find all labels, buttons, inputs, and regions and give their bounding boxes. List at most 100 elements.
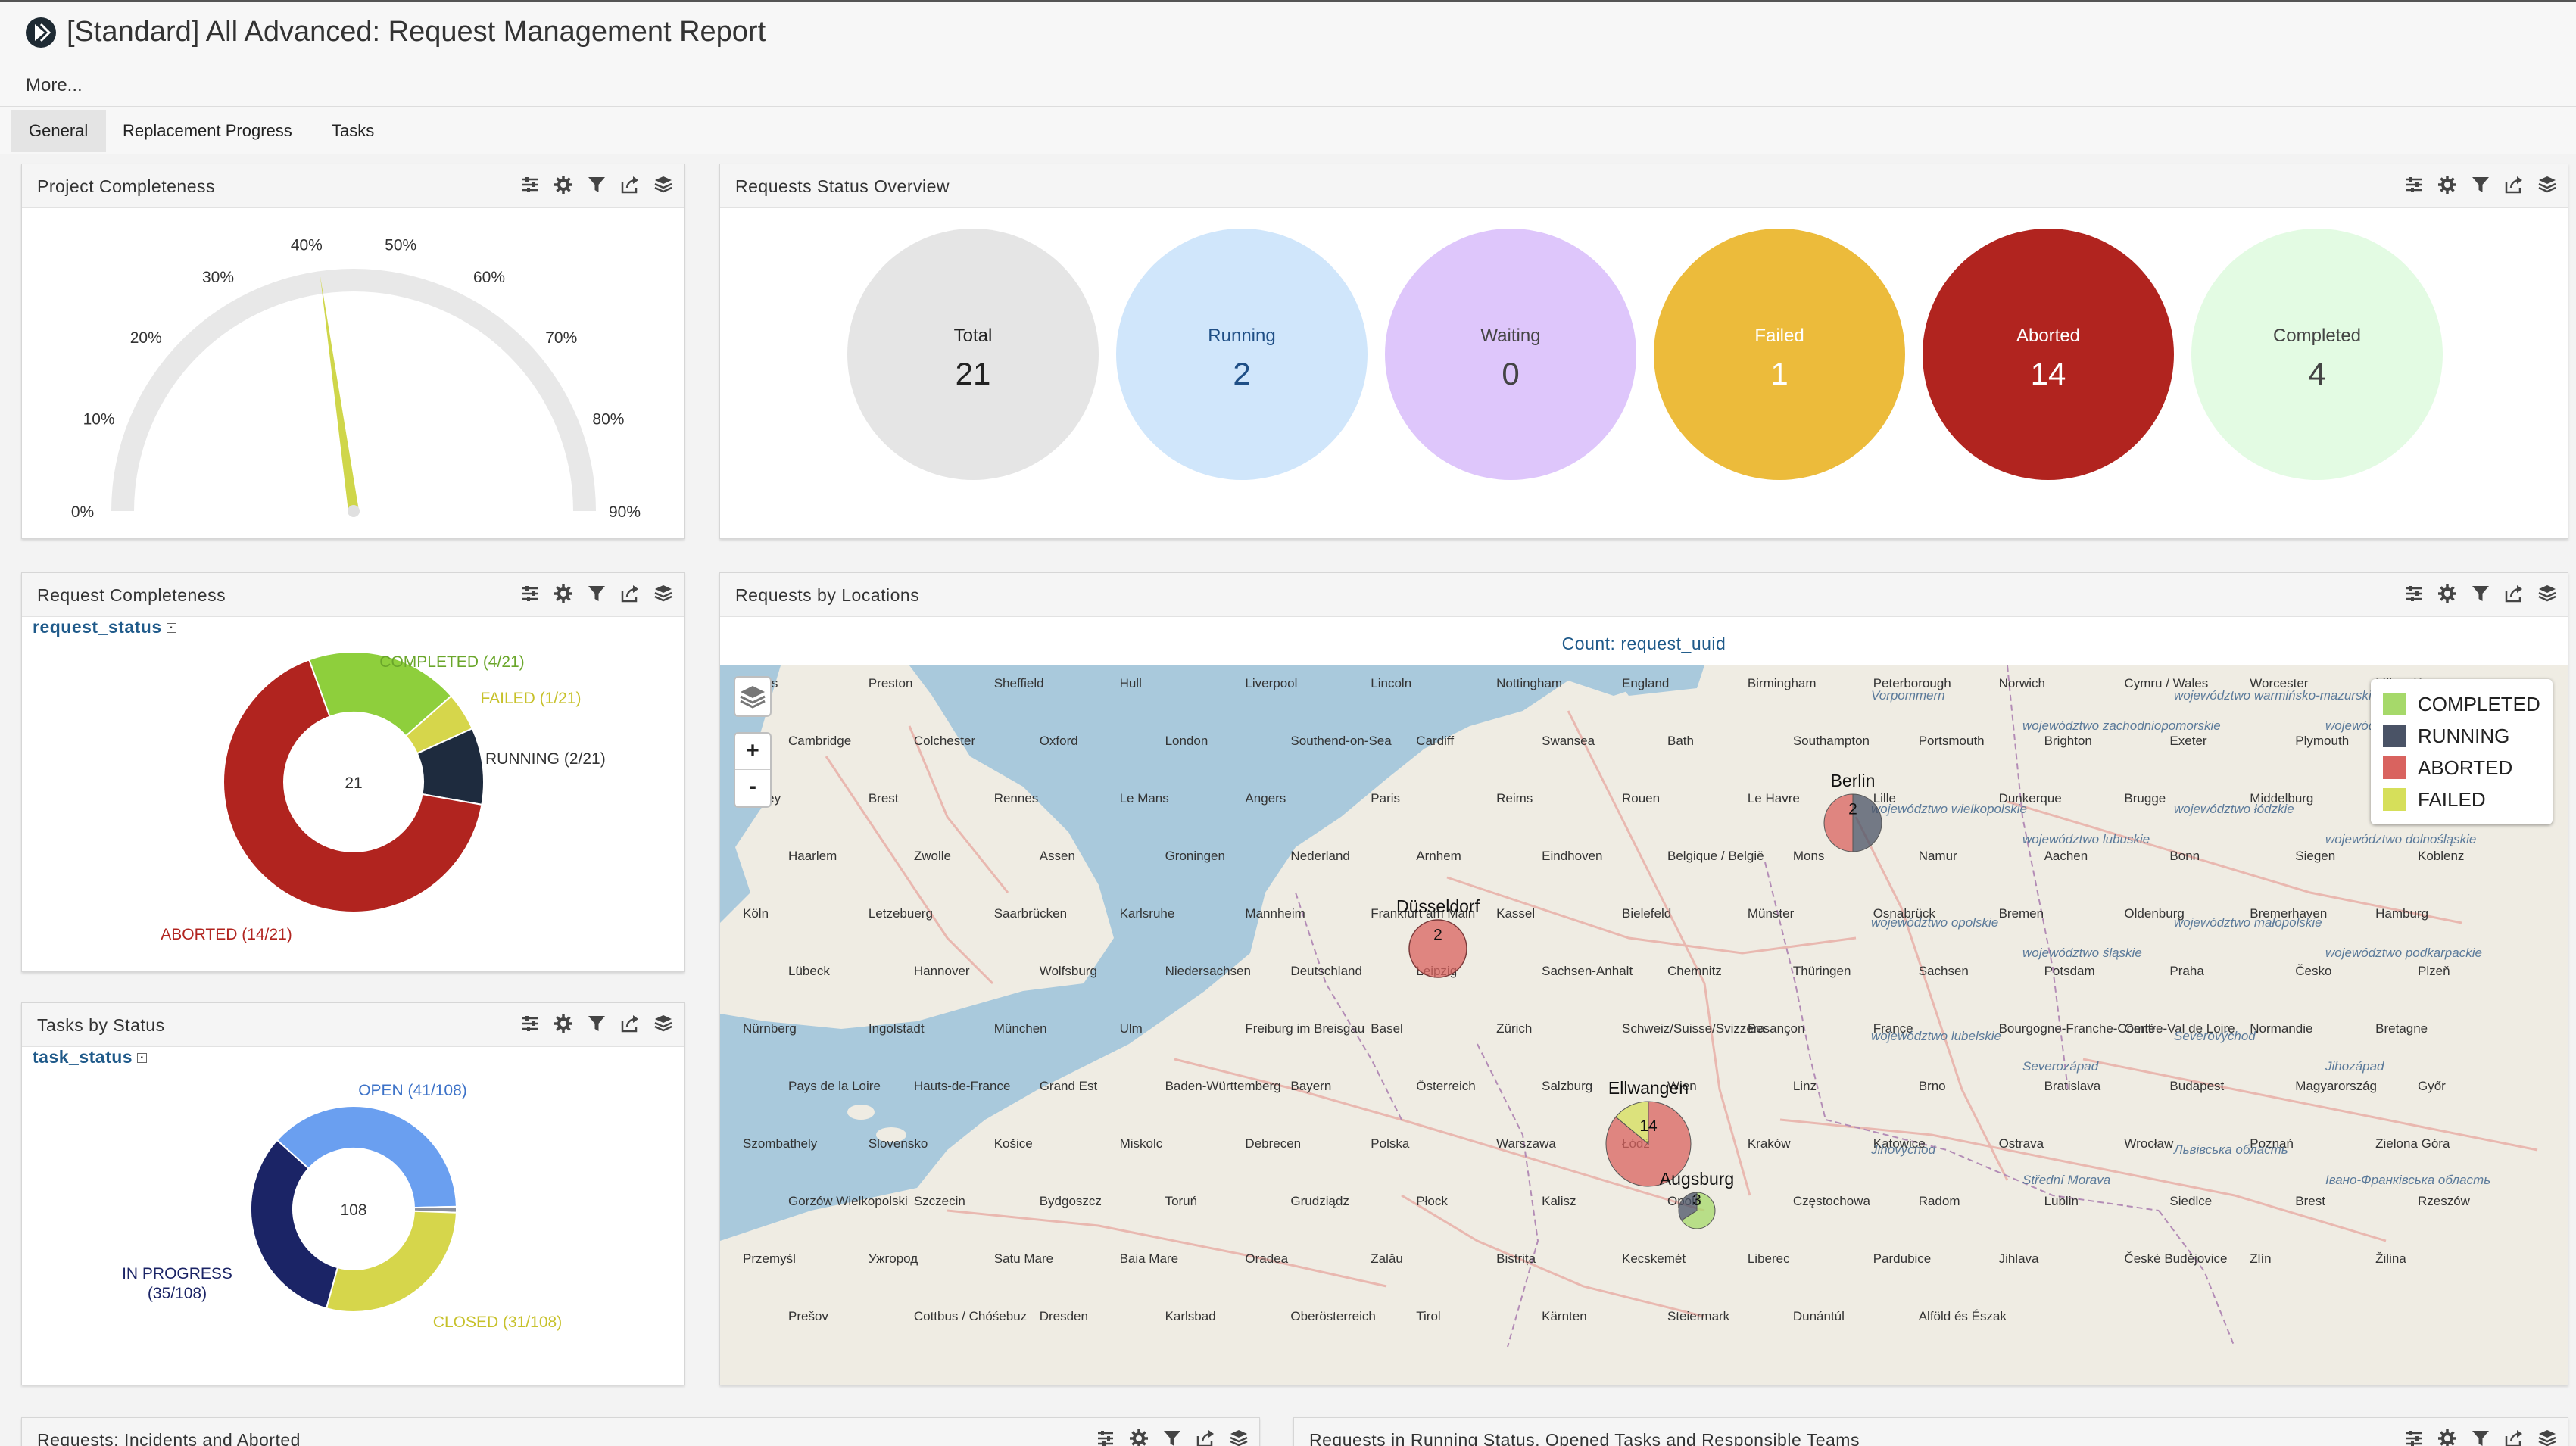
donut-slice-closed[interactable] [325,1210,457,1313]
layers-stack-icon[interactable] [2536,173,2559,196]
settings-sliders-icon[interactable] [519,582,541,605]
gear-icon[interactable] [552,173,575,196]
gauge-tick-label: 50% [385,236,416,254]
share-icon[interactable] [619,582,641,605]
panel-toolbar [2403,173,2559,199]
donut-center-total: 21 [345,774,362,792]
marker-city-label: Berlin [1831,771,1876,790]
donut-label: IN PROGRESS [122,1265,232,1282]
layers-stack-icon[interactable] [1227,1427,1250,1446]
settings-sliders-icon[interactable] [519,1012,541,1035]
status-bubble-failed[interactable]: Failed 1 [1654,229,1905,480]
marker-layer: Berlin 2 Düsseldorf 2 Ellwangen 14 Augsburg 3 [1396,771,1882,1229]
legend-item-completed[interactable]: COMPLETED [2383,688,2540,720]
layers-stack-icon[interactable] [652,173,675,196]
gear-icon[interactable] [2436,582,2459,605]
status-bubble-waiting[interactable]: Waiting 0 [1385,229,1636,480]
gear-icon[interactable] [2436,1427,2459,1446]
more-menu-link[interactable]: More... [26,75,83,96]
layers-toggle[interactable] [734,676,772,717]
tab-general[interactable]: General [11,110,107,152]
donut-slice-in-progress[interactable] [250,1139,339,1310]
panel-header: Requests Status Overview [720,164,2568,208]
filter-icon[interactable] [2469,173,2492,196]
collapse-icon[interactable]: ▪ [137,1053,148,1064]
zoom-in-button[interactable]: + [735,734,770,770]
gauge-pivot [348,505,360,517]
panel-header: Requests in Running Status, Opened Tasks… [1294,1418,2568,1446]
filter-icon[interactable] [2469,582,2492,605]
layers-stack-icon[interactable] [652,1012,675,1035]
status-count: 4 [2308,356,2326,391]
panel-toolbar [1094,1427,1250,1446]
share-icon[interactable] [1194,1427,1217,1446]
panel-header: Tasks by Status [22,1003,684,1047]
collapse-icon[interactable]: ▪ [166,623,176,634]
page-title: [Standard] All Advanced: Request Managem… [67,16,766,48]
gauge-chart: 0% 10% 20% 30% 40% 50% 60% 70% 80% 90% [71,236,641,521]
layers-stack-icon[interactable] [2536,1427,2559,1446]
share-icon[interactable] [619,1012,641,1035]
legend-item-aborted[interactable]: ABORTED [2383,752,2540,784]
panel-requests-status-overview: Requests Status Overview Total 21 Running 2… [719,164,2568,539]
status-bubble-aborted[interactable]: Aborted 14 [1923,229,2174,480]
gauge-tick-label: 80% [592,411,624,429]
donut-label: FAILED (1/21) [480,690,581,707]
panel-toolbar [519,173,675,199]
settings-sliders-icon[interactable] [2403,1427,2425,1446]
gear-icon[interactable] [552,1012,575,1035]
map-marker-berlin[interactable]: Berlin 2 [1823,771,1882,852]
gear-icon[interactable] [1127,1427,1150,1446]
share-icon[interactable] [619,173,641,196]
tab-replacement-progress[interactable]: Replacement Progress [104,110,310,152]
tab-tasks[interactable]: Tasks [313,110,392,152]
gauge-tick-label: 10% [83,411,115,429]
tab-bar: General Replacement Progress Tasks [0,106,2576,154]
app-logo-icon[interactable] [24,16,58,49]
settings-sliders-icon[interactable] [2403,173,2425,196]
layers-stack-icon[interactable] [652,582,675,605]
zoom-out-button[interactable]: - [735,770,770,806]
map-marker-düsseldorf[interactable]: Düsseldorf 2 [1396,896,1480,978]
status-count: 1 [1770,356,1789,391]
share-icon[interactable] [2503,582,2525,605]
settings-sliders-icon[interactable] [519,173,541,196]
gear-icon[interactable] [2436,173,2459,196]
marker-city-label: Düsseldorf [1396,896,1480,916]
donut-slice-open[interactable] [276,1105,457,1209]
filter-icon[interactable] [1161,1427,1184,1446]
filter-icon[interactable] [585,1012,608,1035]
legend-swatch [2383,725,2406,747]
filter-icon[interactable] [585,173,608,196]
donut-label: OPEN (41/108) [358,1082,467,1099]
layers-stack-icon[interactable] [2536,582,2559,605]
share-icon[interactable] [2503,1427,2525,1446]
map-marker-augsburg[interactable]: Augsburg 3 [1660,1169,1734,1229]
task-status-field-toggle[interactable]: task_status ▪ [33,1047,148,1067]
panel-title: Requests: Incidents and Aborted [37,1430,301,1446]
legend-item-running[interactable]: RUNNING [2383,720,2540,752]
status-label: Waiting [1480,326,1541,346]
status-bubble-running[interactable]: Running 2 [1116,229,1368,480]
filter-icon[interactable] [2469,1427,2492,1446]
gauge-tick-label: 40% [291,236,323,254]
settings-sliders-icon[interactable] [1094,1427,1117,1446]
legend-item-failed[interactable]: FAILED [2383,784,2540,815]
filter-icon[interactable] [585,582,608,605]
status-bubble-total[interactable]: Total 21 [847,229,1099,480]
map-canvas[interactable]: LeedsPrestonSheffieldHullLiverpoolLincol… [720,665,2568,1385]
status-label: Failed [1754,326,1804,346]
legend-swatch [2383,756,2406,779]
panel-requests-incidents-aborted: Requests: Incidents and Aborted [21,1417,1260,1446]
share-icon[interactable] [2503,173,2525,196]
zoom-control: + - [734,732,772,808]
status-bubble-completed[interactable]: Completed 4 [2191,229,2443,480]
gear-icon[interactable] [552,582,575,605]
marker-city-label: Augsburg [1660,1169,1734,1189]
settings-sliders-icon[interactable] [2403,582,2425,605]
request-status-field-toggle[interactable]: request_status ▪ [33,617,176,637]
legend-label: FAILED [2418,787,2486,811]
legend-swatch [2383,693,2406,715]
marker-count: 2 [1433,927,1442,944]
status-label: Aborted [2016,326,2081,346]
